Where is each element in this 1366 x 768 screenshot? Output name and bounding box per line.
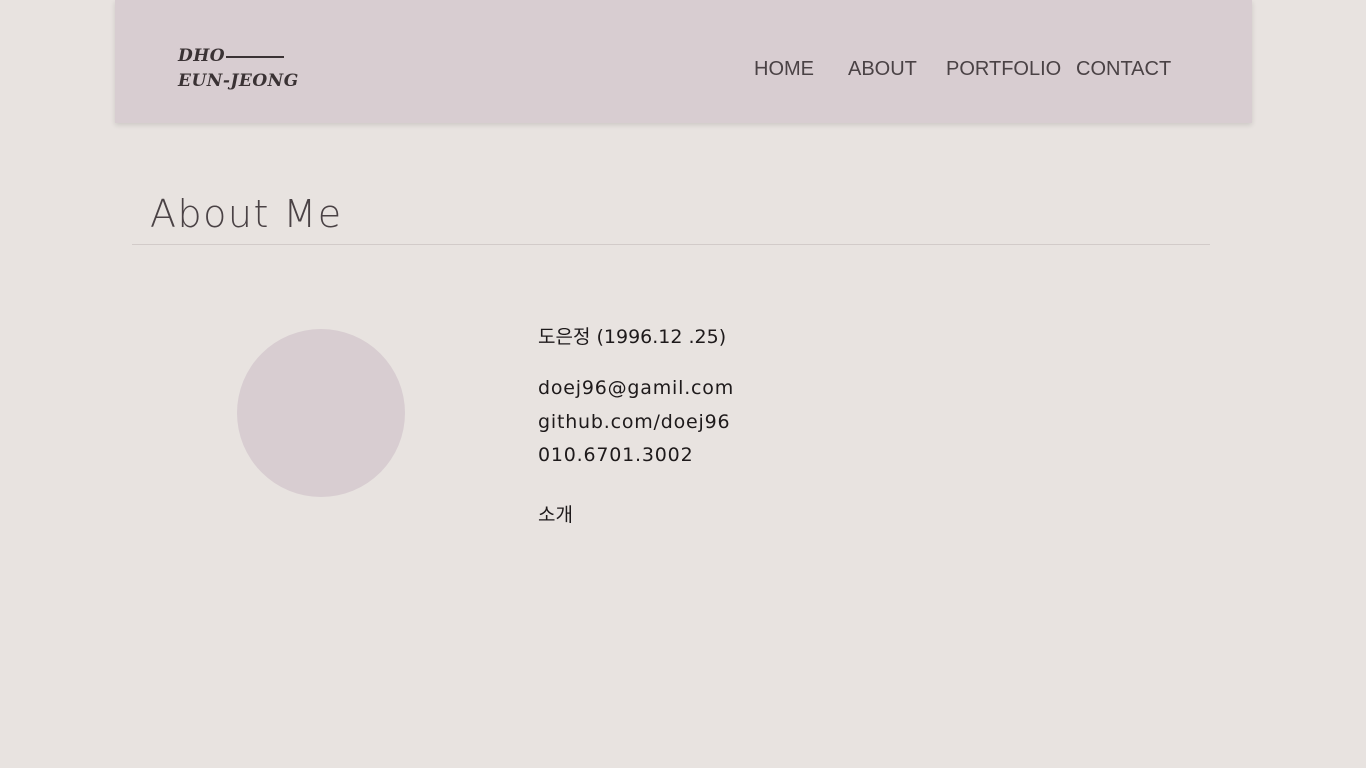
logo-dash-line [226,56,284,58]
page-title: About Me [150,192,343,236]
nav-about-link[interactable]: ABOUT [848,57,917,83]
logo-first-line: DHO [178,46,226,66]
nav-home-link[interactable]: HOME [754,57,814,83]
profile-email: doej96@gamil.com [538,377,735,399]
profile-github: github.com/doej96 [538,411,731,433]
profile-intro-label: 소개 [538,504,573,526]
profile-name-birthdate: 도은정 (1996.12 .25) [538,326,727,348]
nav-contact-link[interactable]: CONTACT [1076,57,1171,83]
profile-phone: 010.6701.3002 [538,444,694,466]
logo-second-line: EUN-JEONG [178,71,299,91]
title-divider [132,244,1210,245]
profile-avatar [237,329,405,497]
site-logo[interactable]: DHO EUN-JEONG [178,45,298,97]
nav-portfolio-link[interactable]: PORTFOLIO [946,57,1061,83]
site-header: DHO EUN-JEONG HOME ABOUT PORTFOLIO CONTA… [115,0,1252,123]
